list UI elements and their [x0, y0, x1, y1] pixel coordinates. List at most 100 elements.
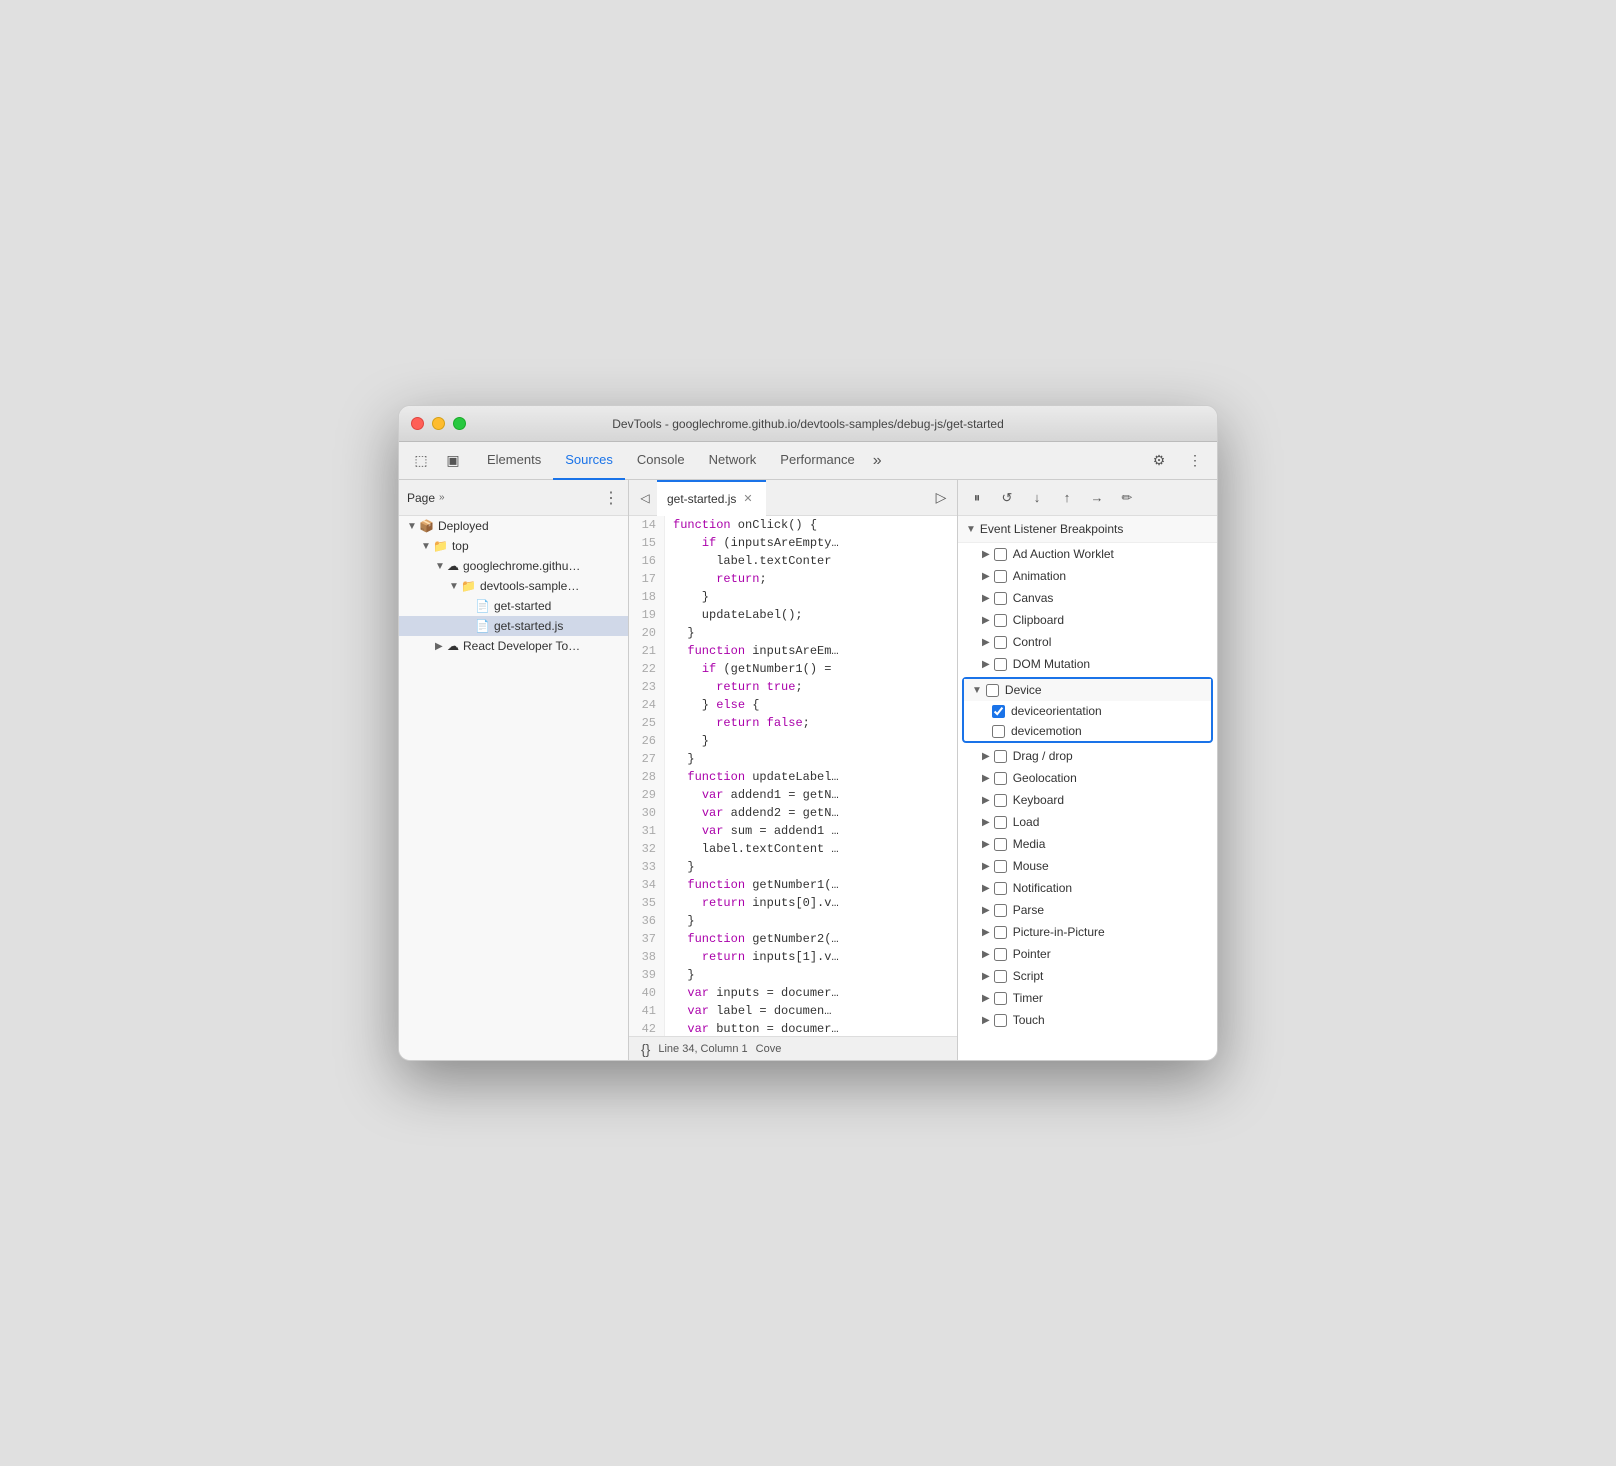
line-content[interactable]: } — [665, 588, 709, 606]
tree-item[interactable]: ▼📁devtools-sample… — [399, 576, 628, 596]
device-sub-checkbox[interactable] — [992, 725, 1005, 738]
line-content[interactable]: return inputs[1].v… — [665, 948, 839, 966]
file-panel-overflow-icon[interactable]: » — [439, 492, 445, 503]
file-panel-more-icon[interactable]: ⋮ — [603, 488, 620, 508]
bp-item[interactable]: ▶ Notification — [958, 877, 1217, 899]
code-editor[interactable]: 14function onClick() {15 if (inputsAreEm… — [629, 516, 957, 1036]
tabs-overflow-button[interactable]: » — [867, 452, 888, 470]
bp-checkbox[interactable] — [994, 570, 1007, 583]
tree-item[interactable]: ▼📦Deployed — [399, 516, 628, 536]
code-tab-get-started-js[interactable]: get-started.js ✕ — [657, 480, 766, 516]
device-sub-checkbox[interactable] — [992, 705, 1005, 718]
bp-item[interactable]: ▶ Canvas — [958, 587, 1217, 609]
bp-checkbox[interactable] — [994, 904, 1007, 917]
bp-checkbox[interactable] — [994, 548, 1007, 561]
bp-checkbox[interactable] — [994, 882, 1007, 895]
tab-console[interactable]: Console — [625, 442, 697, 480]
cursor-icon[interactable]: ⬚ — [407, 447, 435, 475]
line-content[interactable]: } — [665, 624, 695, 642]
code-tab-close-icon[interactable]: ✕ — [740, 491, 755, 506]
deactivate-breakpoints-icon[interactable]: ✏ — [1116, 487, 1138, 509]
bp-checkbox[interactable] — [994, 860, 1007, 873]
bp-item[interactable]: ▶ Keyboard — [958, 789, 1217, 811]
bp-item[interactable]: ▶ Parse — [958, 899, 1217, 921]
line-content[interactable]: var sum = addend1 … — [665, 822, 839, 840]
tree-item[interactable]: 📄get-started.js — [399, 616, 628, 636]
step-out-icon[interactable]: ↑ — [1056, 487, 1078, 509]
line-content[interactable]: } — [665, 750, 695, 768]
line-content[interactable]: } else { — [665, 696, 759, 714]
event-listener-breakpoints-header[interactable]: ▼ Event Listener Breakpoints — [958, 516, 1217, 543]
tree-item[interactable]: 📄get-started — [399, 596, 628, 616]
line-content[interactable]: var addend1 = getN… — [665, 786, 839, 804]
tab-network[interactable]: Network — [697, 442, 769, 480]
tab-performance[interactable]: Performance — [768, 442, 866, 480]
line-content[interactable]: function getNumber2(… — [665, 930, 839, 948]
line-content[interactable]: return; — [665, 570, 767, 588]
close-button[interactable] — [411, 417, 424, 430]
line-content[interactable]: function inputsAreEm… — [665, 642, 839, 660]
line-content[interactable]: var inputs = documer… — [665, 984, 839, 1002]
line-content[interactable]: } — [665, 732, 709, 750]
bp-item[interactable]: ▶ Animation — [958, 565, 1217, 587]
tree-item[interactable]: ▶☁React Developer To… — [399, 636, 628, 656]
bp-item[interactable]: ▶ DOM Mutation — [958, 653, 1217, 675]
bp-checkbox[interactable] — [994, 992, 1007, 1005]
line-content[interactable]: label.textContent … — [665, 840, 839, 858]
line-content[interactable]: function onClick() { — [665, 516, 817, 534]
line-content[interactable]: return inputs[0].v… — [665, 894, 839, 912]
bp-checkbox[interactable] — [994, 592, 1007, 605]
bp-item[interactable]: ▶ Pointer — [958, 943, 1217, 965]
tree-item[interactable]: ▼📁top — [399, 536, 628, 556]
tree-item[interactable]: ▼☁googlechrome.githu… — [399, 556, 628, 576]
bp-checkbox[interactable] — [994, 948, 1007, 961]
bp-item[interactable]: ▶ Drag / drop — [958, 745, 1217, 767]
line-content[interactable]: function getNumber1(… — [665, 876, 839, 894]
bp-item[interactable]: ▶ Picture-in-Picture — [958, 921, 1217, 943]
line-content[interactable]: updateLabel(); — [665, 606, 803, 624]
tab-sources[interactable]: Sources — [553, 442, 625, 480]
format-icon[interactable]: {} — [641, 1041, 650, 1057]
line-content[interactable]: function updateLabel… — [665, 768, 839, 786]
maximize-button[interactable] — [453, 417, 466, 430]
bp-checkbox[interactable] — [994, 838, 1007, 851]
line-content[interactable]: return true; — [665, 678, 803, 696]
device-sub-item[interactable]: deviceorientation — [964, 701, 1211, 721]
tab-elements[interactable]: Elements — [475, 442, 553, 480]
navigate-back-icon[interactable]: ◁ — [633, 486, 657, 510]
bp-item[interactable]: ▶ Script — [958, 965, 1217, 987]
bp-checkbox[interactable] — [994, 772, 1007, 785]
bp-checkbox[interactable] — [994, 658, 1007, 671]
bp-checkbox[interactable] — [994, 636, 1007, 649]
bp-item[interactable]: ▶ Timer — [958, 987, 1217, 1009]
line-content[interactable]: var addend2 = getN… — [665, 804, 839, 822]
step-icon[interactable]: → — [1086, 487, 1108, 509]
line-content[interactable]: var button = documer… — [665, 1020, 839, 1036]
bp-item[interactable]: ▶ Media — [958, 833, 1217, 855]
bp-item[interactable]: ▶ Mouse — [958, 855, 1217, 877]
bp-item[interactable]: ▶ Load — [958, 811, 1217, 833]
bp-item[interactable]: ▶ Ad Auction Worklet — [958, 543, 1217, 565]
bp-checkbox[interactable] — [994, 816, 1007, 829]
line-content[interactable]: label.textConter — [665, 552, 831, 570]
step-over-icon[interactable]: ↺ — [996, 487, 1018, 509]
bp-item[interactable]: ▶ Touch — [958, 1009, 1217, 1031]
device-checkbox[interactable] — [986, 684, 999, 697]
line-content[interactable]: } — [665, 858, 695, 876]
line-content[interactable]: return false; — [665, 714, 810, 732]
bp-checkbox[interactable] — [994, 970, 1007, 983]
device-section-header[interactable]: ▼ Device — [964, 679, 1211, 701]
pause-icon[interactable]: ⏸ — [966, 487, 988, 509]
line-content[interactable]: if (inputsAreEmpty… — [665, 534, 839, 552]
line-content[interactable]: } — [665, 966, 695, 984]
settings-icon[interactable]: ⚙ — [1145, 447, 1173, 475]
device-icon[interactable]: ▣ — [439, 447, 467, 475]
bp-item[interactable]: ▶ Geolocation — [958, 767, 1217, 789]
more-options-icon[interactable]: ⋮ — [1181, 447, 1209, 475]
bp-item[interactable]: ▶ Control — [958, 631, 1217, 653]
device-sub-item[interactable]: devicemotion — [964, 721, 1211, 741]
bp-checkbox[interactable] — [994, 614, 1007, 627]
line-content[interactable]: var label = documen… — [665, 1002, 831, 1020]
bp-checkbox[interactable] — [994, 926, 1007, 939]
bp-item[interactable]: ▶ Clipboard — [958, 609, 1217, 631]
